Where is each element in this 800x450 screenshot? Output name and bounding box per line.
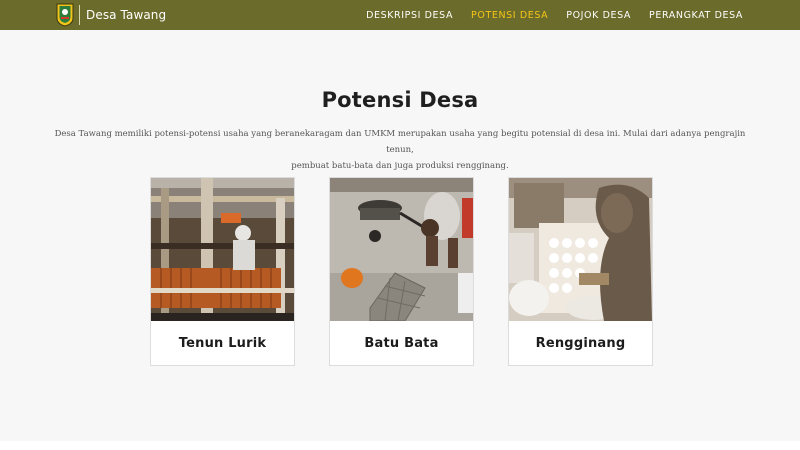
brick-making-photo [330,178,473,321]
description-line-2: pembuat batu-bata dan juga produksi reng… [291,161,509,171]
description-line-1: Desa Tawang memiliki potensi-potensi usa… [54,129,746,155]
card-title-batu-bata: Batu Bata [364,335,439,351]
village-emblem-logo [56,3,74,27]
card-rengginang[interactable]: Rengginang [508,177,653,366]
nav-pojok-desa[interactable]: POJOK DESA [566,10,631,21]
navbar: Desa Tawang DESKRIPSI DESA POTENSI DESA … [0,0,800,30]
rengginang-making-photo [509,178,652,321]
card-title-tenun-lurik: Tenun Lurik [178,335,267,351]
card-tenun-lurik[interactable]: Tenun Lurik [150,177,295,366]
card-batu-bata[interactable]: Batu Bata [329,177,474,366]
site-name: Desa Tawang [86,8,167,22]
section-description: Desa Tawang memiliki potensi-potensi usa… [40,126,760,174]
weaving-loom-photo [151,178,294,321]
nav-perangkat-desa[interactable]: PERANGKAT DESA [649,10,743,21]
brand-divider [79,5,80,25]
nav-deskripsi-desa[interactable]: DESKRIPSI DESA [366,10,453,21]
nav-potensi-desa[interactable]: POTENSI DESA [471,10,548,21]
section-title: Potensi Desa [321,88,479,112]
main-nav: DESKRIPSI DESA POTENSI DESA POJOK DESA P… [348,0,743,30]
card-title-rengginang: Rengginang [535,335,626,351]
brand-home-link[interactable]: Desa Tawang [56,3,166,27]
page-bottom [0,441,800,450]
